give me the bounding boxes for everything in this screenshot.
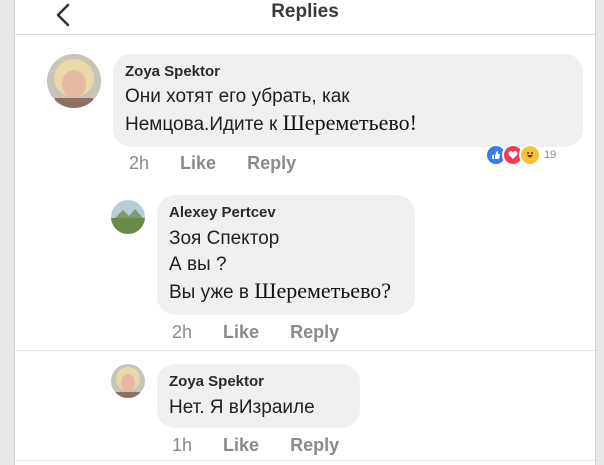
page-title: Replies bbox=[271, 1, 339, 22]
reply-button[interactable]: Reply bbox=[290, 322, 339, 342]
avatar[interactable] bbox=[111, 200, 145, 234]
comment-time[interactable]: 2h bbox=[129, 153, 149, 173]
comment-author[interactable]: Alexey Pertcev bbox=[169, 204, 403, 221]
reactions-count: 19 bbox=[544, 149, 557, 161]
divider bbox=[15, 350, 595, 351]
comment-time[interactable]: 1h bbox=[172, 435, 192, 455]
comment-actions: 1h Like Reply bbox=[172, 435, 365, 456]
reply-button[interactable]: Reply bbox=[247, 153, 296, 173]
replies-panel: Replies Zoya Spektor Они хотят его убрат… bbox=[14, 0, 596, 465]
comment-bubble: Zoya Spektor Нет. Я вИзраиле bbox=[157, 364, 360, 428]
comment-text: Нет. Я вИзраиле bbox=[169, 397, 315, 418]
comment-text: А вы ? bbox=[169, 254, 227, 275]
comment-time[interactable]: 2h bbox=[172, 322, 192, 342]
comment-text: Они хотят его убрать, как bbox=[125, 86, 350, 107]
avatar[interactable] bbox=[47, 54, 101, 108]
comment-text: Немцова.Идите к Шереметьево! bbox=[125, 110, 417, 135]
replies-header: Replies bbox=[15, 0, 595, 35]
comment-actions: 2h Like Reply bbox=[129, 153, 322, 174]
comment-text: Зоя Спектор bbox=[169, 228, 280, 249]
comment-text: Вы уже в Шереметьево? bbox=[169, 278, 392, 303]
like-button[interactable]: Like bbox=[180, 153, 216, 173]
divider bbox=[15, 460, 595, 461]
comment-bubble: Alexey Pertcev Зоя Спектор А вы ? Вы уже… bbox=[157, 195, 415, 315]
avatar[interactable] bbox=[111, 364, 145, 398]
like-button[interactable]: Like bbox=[223, 322, 259, 342]
comment-actions: 2h Like Reply bbox=[172, 322, 365, 343]
reply-button[interactable]: Reply bbox=[290, 435, 339, 455]
like-button[interactable]: Like bbox=[223, 435, 259, 455]
reactions-summary[interactable]: 19 bbox=[485, 144, 556, 166]
comment-author[interactable]: Zoya Spektor bbox=[169, 373, 348, 390]
haha-icon bbox=[519, 144, 541, 166]
comment-author[interactable]: Zoya Spektor bbox=[125, 63, 571, 80]
comment-bubble: Zoya Spektor Они хотят его убрать, как Н… bbox=[113, 54, 583, 147]
